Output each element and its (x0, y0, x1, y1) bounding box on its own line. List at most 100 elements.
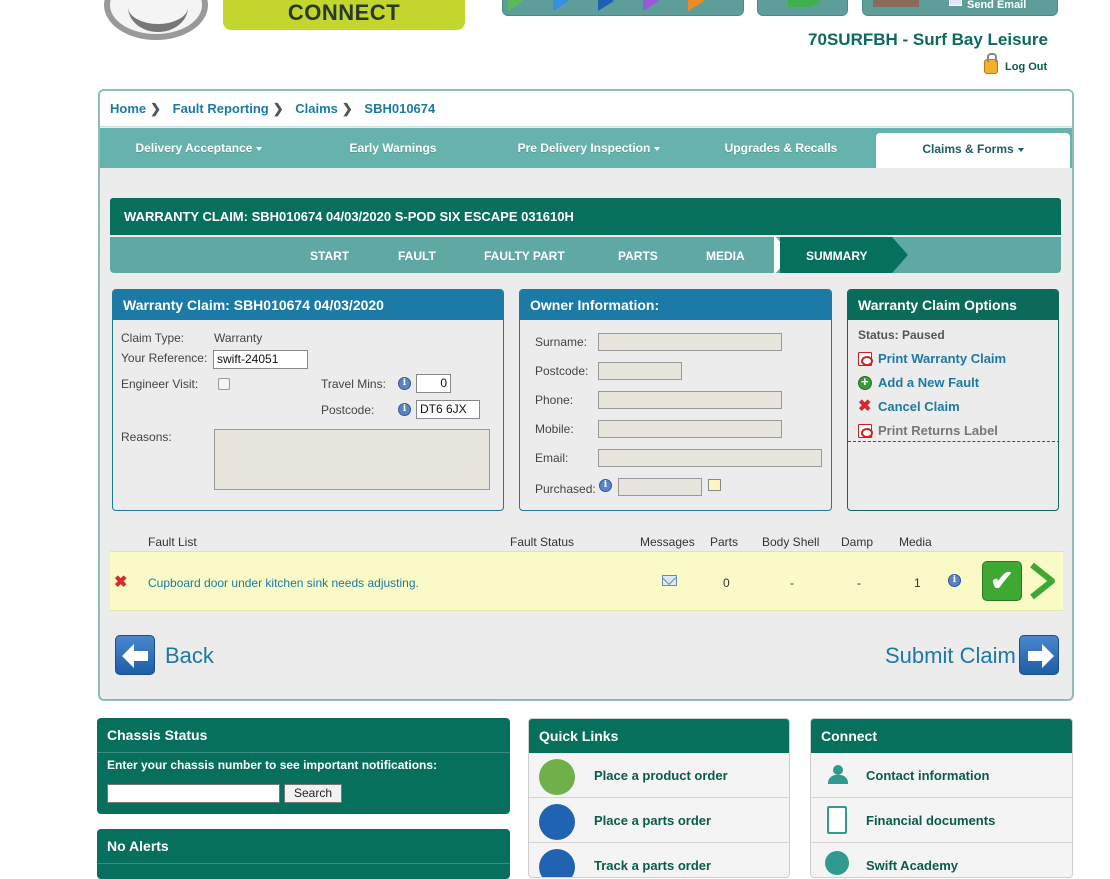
breadcrumb-claims[interactable]: Claims (295, 101, 338, 116)
caravan-icon (539, 759, 575, 795)
travel-mins-input[interactable]: 0 (416, 374, 451, 393)
quick-link-parts-order[interactable]: Place a parts order (529, 798, 789, 843)
quick-link-track-order[interactable]: Track a parts order (529, 843, 789, 877)
divider (848, 441, 1058, 442)
tab-claims-forms[interactable]: Claims & Forms (876, 133, 1070, 168)
owner-postcode-label: Postcode: (535, 364, 589, 378)
logo (104, 0, 208, 40)
delete-icon[interactable]: ✖ (114, 572, 127, 592)
dealer-name: 70SURFBH - Surf Bay Leisure (808, 30, 1048, 49)
reference-label: Your Reference: (121, 351, 208, 365)
parts-count: 0 (723, 576, 730, 590)
mobile-label: Mobile: (535, 422, 574, 436)
alerts-title: No Alerts (107, 838, 169, 854)
email-icon (949, 0, 962, 6)
engineer-visit-checkbox[interactable] (218, 378, 230, 390)
back-button[interactable]: Back (115, 635, 225, 677)
quick-link-product-order[interactable]: Place a product order (529, 753, 789, 798)
academy-icon (825, 851, 849, 875)
chassis-status-title: Chassis Status (107, 727, 208, 743)
info-icon[interactable]: i (599, 479, 612, 492)
email-label: Email: (535, 451, 569, 465)
breadcrumb: Home ❯ Fault Reporting ❯ Claims ❯ SBH010674 (100, 91, 1072, 127)
step-fault[interactable]: FAULT (398, 237, 436, 273)
warranty-claim-box: Warranty Claim: SBH010674 04/03/2020 Cla… (112, 289, 504, 511)
warranty-claim-title: Warranty Claim: SBH010674 04/03/2020 (113, 290, 503, 320)
search-button[interactable]: Search (284, 784, 342, 803)
truck-icon (539, 849, 575, 877)
connect-link-academy[interactable]: Swift Academy (811, 843, 1072, 877)
claim-status: Status: Paused (858, 328, 945, 342)
step-summary[interactable]: SUMMARY (806, 237, 868, 273)
reasons-textarea[interactable] (214, 429, 490, 490)
col-fault-list: Fault List (148, 535, 197, 549)
owner-postcode-field (598, 362, 682, 380)
logout-link[interactable]: Log Out (980, 53, 1048, 78)
chassis-search-input[interactable] (107, 784, 280, 803)
phone-label: Phone: (535, 393, 574, 407)
next-arrow-icon[interactable] (1026, 562, 1058, 600)
breadcrumb-home[interactable]: Home (110, 101, 146, 116)
app-icon-navy[interactable] (598, 0, 614, 11)
app-icon-purple[interactable] (643, 0, 659, 11)
connect-logo: CONNECT (223, 0, 465, 30)
step-parts[interactable]: PARTS (618, 237, 658, 273)
reasons-label: Reasons: (121, 430, 172, 444)
connect-link-financial[interactable]: Financial documents (811, 798, 1072, 843)
tab-delivery-acceptance[interactable]: Delivery Acceptance (114, 128, 284, 168)
message-icon[interactable] (662, 575, 677, 586)
col-media: Media (899, 535, 932, 549)
connect-link-contact[interactable]: Contact information (811, 753, 1072, 798)
quick-links-panel: Quick Links Place a product order Place … (528, 718, 790, 878)
pdf-icon (858, 424, 873, 438)
media-count: 1 (914, 576, 921, 590)
breadcrumb-fault-reporting[interactable]: Fault Reporting (173, 101, 269, 116)
engineer-visit-label: Engineer Visit: (121, 377, 199, 391)
info-icon[interactable]: i (398, 403, 411, 416)
tab-pre-delivery-inspection[interactable]: Pre Delivery Inspection (498, 128, 680, 168)
calculator-icon (827, 806, 847, 834)
surname-field (598, 333, 782, 351)
caret-down-icon (256, 146, 263, 151)
pdf-icon (858, 352, 873, 366)
info-icon[interactable]: i (948, 574, 961, 587)
step-start[interactable]: START (310, 237, 349, 273)
info-icon[interactable]: i (398, 377, 411, 390)
leaf-button[interactable] (757, 0, 848, 16)
calendar-icon[interactable] (708, 479, 721, 491)
step-faulty-part[interactable]: FAULTY PART (484, 237, 565, 273)
connect-panel: Connect Contact information Financial do… (810, 718, 1073, 878)
app-icon-blue[interactable] (553, 0, 569, 11)
app-launcher[interactable] (502, 0, 744, 16)
claim-title: WARRANTY CLAIM: SBH010674 04/03/2020 S-P… (110, 198, 1061, 235)
phone-field (598, 391, 782, 409)
app-icon-orange[interactable] (688, 0, 704, 11)
submit-claim-button[interactable]: Submit Claim (885, 635, 1061, 677)
breadcrumb-current[interactable]: SBH010674 (364, 101, 435, 116)
claim-panel: Home ❯ Fault Reporting ❯ Claims ❯ SBH010674… (98, 89, 1074, 701)
postcode-input[interactable]: DT6 6JX (416, 400, 480, 419)
quick-links-title: Quick Links (529, 719, 789, 753)
tab-upgrades-recalls[interactable]: Upgrades & Recalls (706, 128, 856, 168)
col-fault-status: Fault Status (510, 535, 575, 549)
damp-value: - (857, 576, 861, 590)
app-icon-green[interactable] (508, 0, 524, 11)
owner-info-box: Owner Information: Surname: Postcode: Ph… (519, 289, 832, 511)
claim-type-value: Warranty (214, 331, 263, 345)
chevron-right-icon: ❯ (150, 101, 162, 116)
alerts-panel: No Alerts (97, 829, 510, 879)
step-media[interactable]: MEDIA (706, 237, 745, 273)
user-panel[interactable]: Send Email (862, 0, 1058, 16)
chassis-prompt: Enter your chassis number to see importa… (107, 758, 438, 772)
tab-early-warnings[interactable]: Early Warnings (320, 128, 466, 168)
avatar (873, 0, 919, 7)
step-summary-arrow (892, 237, 908, 273)
send-email-link[interactable]: Send Email (967, 0, 1026, 11)
reference-input[interactable]: swift-24051 (213, 350, 308, 369)
logout-label: Log Out (1005, 61, 1048, 73)
approve-button[interactable]: ✔ (982, 561, 1022, 601)
mobile-field (598, 420, 782, 438)
chevron-right-icon: ❯ (341, 101, 353, 116)
fault-description[interactable]: Cupboard door under kitchen sink needs a… (148, 576, 419, 590)
caret-down-icon (1017, 147, 1024, 152)
